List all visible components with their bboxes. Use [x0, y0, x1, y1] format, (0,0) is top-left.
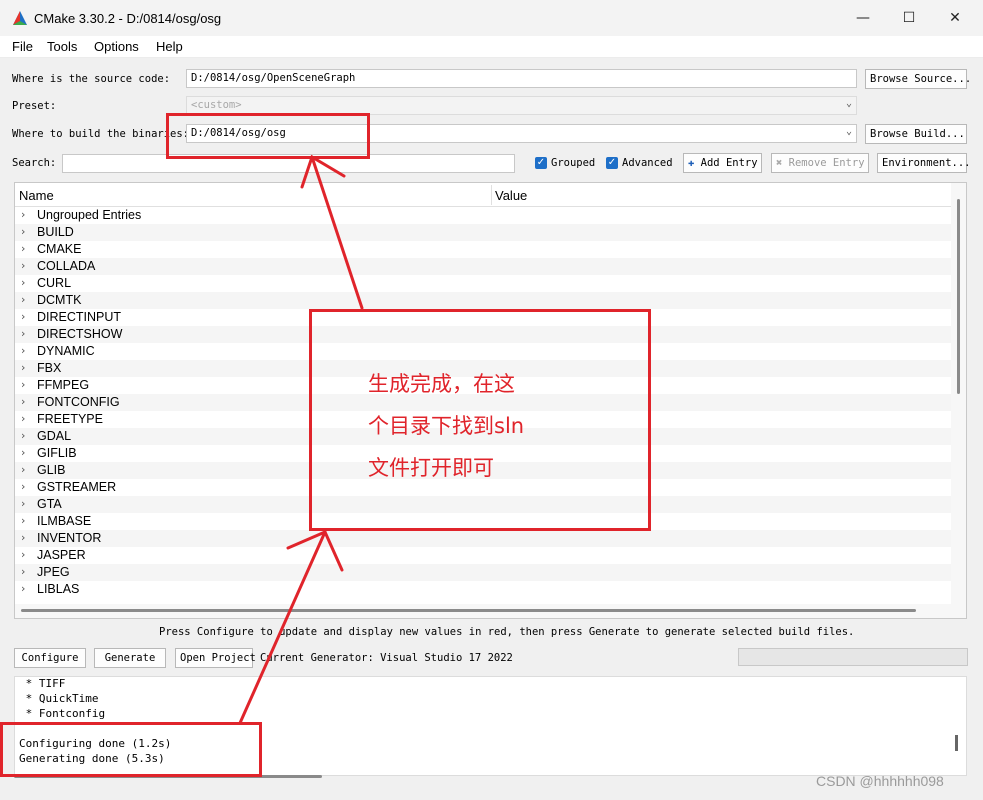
arrow-head-up [300, 154, 346, 189]
watermark: CSDN @hhhhhh098 [816, 773, 944, 789]
annotation-arrows [238, 154, 364, 725]
arrow-shaft-up [310, 155, 364, 310]
arrow-shaft-down [238, 530, 327, 725]
